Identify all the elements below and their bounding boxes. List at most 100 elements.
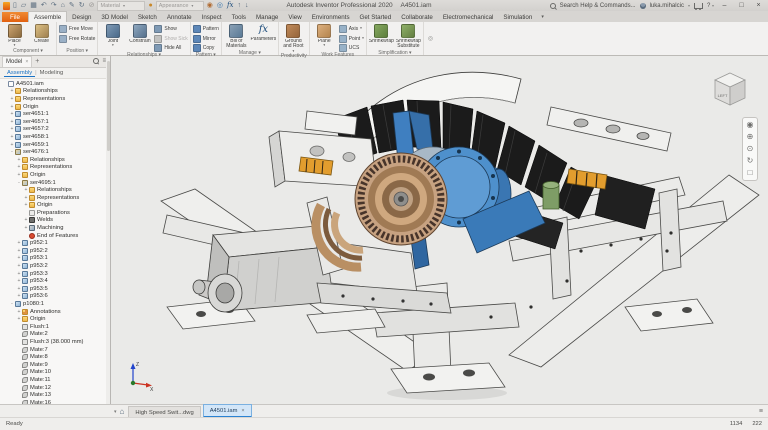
- group-label-work-features[interactable]: Work Features: [312, 52, 364, 58]
- tree-item-mate-10[interactable]: Mate:10: [0, 369, 110, 377]
- tree-item-p1080-1[interactable]: -p1080:1: [0, 300, 110, 308]
- tab-overflow-icon[interactable]: ▾: [537, 14, 548, 20]
- tree-item-flush-1[interactable]: Flush:1: [0, 323, 110, 331]
- ribbon-options-icon[interactable]: ◎: [424, 35, 437, 42]
- tree-item-end-of-features[interactable]: End of Features: [0, 232, 110, 240]
- button-shrinkwrap[interactable]: Shrinkwrap: [369, 23, 394, 44]
- tab-sketch[interactable]: Sketch: [133, 12, 162, 22]
- tree-item-p952-1[interactable]: +p952:1: [0, 239, 110, 247]
- tree-item-ser4658-1[interactable]: +ser4658:1: [0, 133, 110, 141]
- green-cylinder[interactable]: [543, 182, 559, 210]
- tab-annotate[interactable]: Annotate: [162, 12, 197, 22]
- button-show-sick[interactable]: Show Sick: [154, 35, 187, 43]
- tree-item-machining[interactable]: +Machining: [0, 224, 110, 232]
- close-icon[interactable]: ×: [25, 59, 28, 65]
- browser-tab-model[interactable]: Model ×: [2, 56, 32, 67]
- button-pattern[interactable]: Pattern: [193, 25, 219, 33]
- help-menu[interactable]: ? ▾: [707, 3, 714, 9]
- tree-item-flush-3-38-000-mm[interactable]: Flush:3 (38.000 mm): [0, 338, 110, 346]
- tree-item-ser4657-1[interactable]: +ser4657:1: [0, 118, 110, 126]
- group-label-pattern[interactable]: Pattern ▾: [193, 52, 219, 58]
- appearance-dropdown[interactable]: Appearance ▾: [156, 1, 204, 11]
- button-copy[interactable]: Copy: [193, 44, 219, 52]
- tree-item-p952-2[interactable]: +p952:2: [0, 247, 110, 255]
- tree-item-ser4695-1[interactable]: -ser4695:1: [0, 179, 110, 187]
- browser-scrollbar[interactable]: [106, 55, 110, 405]
- update-icon[interactable]: ↻: [79, 2, 85, 9]
- tree-item-p953-6[interactable]: +p953:6: [0, 293, 110, 301]
- group-label-manage[interactable]: Manage ▾: [224, 50, 276, 56]
- tree-item-annotations[interactable]: +Annotations: [0, 308, 110, 316]
- group-label-productivity[interactable]: Productivity: [281, 53, 307, 59]
- sketch-icon[interactable]: ✎: [69, 2, 75, 9]
- tab-inspect[interactable]: Inspect: [197, 12, 227, 22]
- tree-item-ser4651-1[interactable]: +ser4651:1: [0, 110, 110, 118]
- tree-item-mate-8[interactable]: Mate:8: [0, 353, 110, 361]
- search-input[interactable]: Search Help & Commands...: [560, 3, 636, 9]
- tab-electromechanical[interactable]: Electromechanical: [438, 12, 499, 22]
- mode-tab-assembly[interactable]: Assembly: [4, 70, 35, 77]
- group-label-position[interactable]: Position ▾: [59, 47, 95, 55]
- tab-collaborate[interactable]: Collaborate: [396, 12, 438, 22]
- tree-item-representations[interactable]: +Representations: [0, 164, 110, 172]
- tree-item-relationships[interactable]: +Relationships: [0, 88, 110, 96]
- tree-item-a4501-iam[interactable]: A4501.iam: [0, 80, 110, 88]
- tree-item-origin[interactable]: +Origin: [0, 103, 110, 111]
- tree-item-welds[interactable]: +Welds: [0, 217, 110, 225]
- inventor-logo-icon[interactable]: [3, 2, 10, 10]
- group-label-component[interactable]: Component ▾: [2, 48, 54, 55]
- tab-tools[interactable]: Tools: [227, 12, 251, 22]
- view-cube-face-label[interactable]: LEFT: [718, 93, 728, 98]
- tree-item-mate-2[interactable]: Mate:2: [0, 331, 110, 339]
- save-icon[interactable]: ▦: [30, 2, 37, 9]
- button-ucs[interactable]: UCS: [339, 44, 364, 52]
- button-ground-and-root[interactable]: Ground and Root▾: [281, 23, 306, 53]
- material-circle-icon[interactable]: ⊘: [89, 2, 95, 9]
- document-tab-assembly[interactable]: A4501.iam ×: [203, 404, 252, 418]
- tree-item-p953-3[interactable]: +p953:3: [0, 270, 110, 278]
- graphics-window[interactable]: LEFT ◉⊕⊙↻□ Z X: [111, 55, 768, 405]
- view-cube[interactable]: LEFT: [710, 71, 750, 109]
- tree-item-p953-4[interactable]: +p953:4: [0, 277, 110, 285]
- material-dropdown[interactable]: Material ▾: [97, 1, 145, 11]
- open-icon[interactable]: ▱: [21, 2, 26, 9]
- button-constrain[interactable]: Constrain: [127, 23, 152, 44]
- tree-item-mate-7[interactable]: Mate:7: [0, 346, 110, 354]
- tab-3d-model[interactable]: 3D Model: [96, 12, 132, 22]
- button-plane[interactable]: Plane▾: [312, 23, 337, 48]
- tree-item-representations[interactable]: +Representations: [0, 95, 110, 103]
- search-icon[interactable]: [93, 58, 99, 64]
- tree-item-preparations[interactable]: Preparations: [0, 209, 110, 217]
- navigation-wheel-icon[interactable]: ◉: [747, 121, 754, 129]
- close-button[interactable]: ×: [752, 2, 765, 9]
- zoom-icon[interactable]: ⊙: [747, 145, 754, 153]
- tree-item-p953-2[interactable]: +p953:2: [0, 262, 110, 270]
- button-place[interactable]: Place▾: [2, 23, 27, 48]
- tree-item-origin[interactable]: +Origin: [0, 202, 110, 210]
- tab-simulation[interactable]: Simulation: [498, 12, 537, 22]
- home-icon[interactable]: ⌂: [120, 408, 125, 416]
- tree-item-mate-12[interactable]: Mate:12: [0, 384, 110, 392]
- button-parameters[interactable]: fxParameters: [251, 23, 276, 42]
- button-create[interactable]: Create: [29, 23, 54, 44]
- button-hide-all[interactable]: Hide All: [154, 44, 187, 52]
- mode-tab-modeling[interactable]: Modeling: [37, 70, 67, 76]
- tree-item-p953-1[interactable]: +p953:1: [0, 255, 110, 263]
- new-file-icon[interactable]: ▯: [13, 2, 17, 9]
- tab-manage[interactable]: Manage: [251, 12, 283, 22]
- pan-icon[interactable]: ⊕: [747, 133, 754, 141]
- orbit-icon[interactable]: ↻: [747, 157, 754, 165]
- button-free-move[interactable]: Free Move: [59, 25, 95, 33]
- redo-icon[interactable]: ↷: [51, 2, 57, 9]
- appearance-sphere-icon[interactable]: ●: [148, 2, 152, 9]
- close-icon[interactable]: ×: [241, 408, 244, 414]
- group-label-relationships[interactable]: Relationships ▾: [100, 52, 187, 58]
- tab-environments[interactable]: Environments: [307, 12, 355, 22]
- button-shrinkwrap-substitute[interactable]: Shrinkwrap Substitute: [396, 23, 421, 50]
- tree-item-relationships[interactable]: +Relationships: [0, 156, 110, 164]
- tab-get-started[interactable]: Get Started: [355, 12, 397, 22]
- hamburger-menu-icon[interactable]: ≡: [759, 408, 768, 415]
- button-bill-of-materials[interactable]: Bill of Materials: [224, 23, 249, 50]
- tree-item-mate-13[interactable]: Mate:13: [0, 391, 110, 399]
- tree-item-origin[interactable]: +Origin: [0, 315, 110, 323]
